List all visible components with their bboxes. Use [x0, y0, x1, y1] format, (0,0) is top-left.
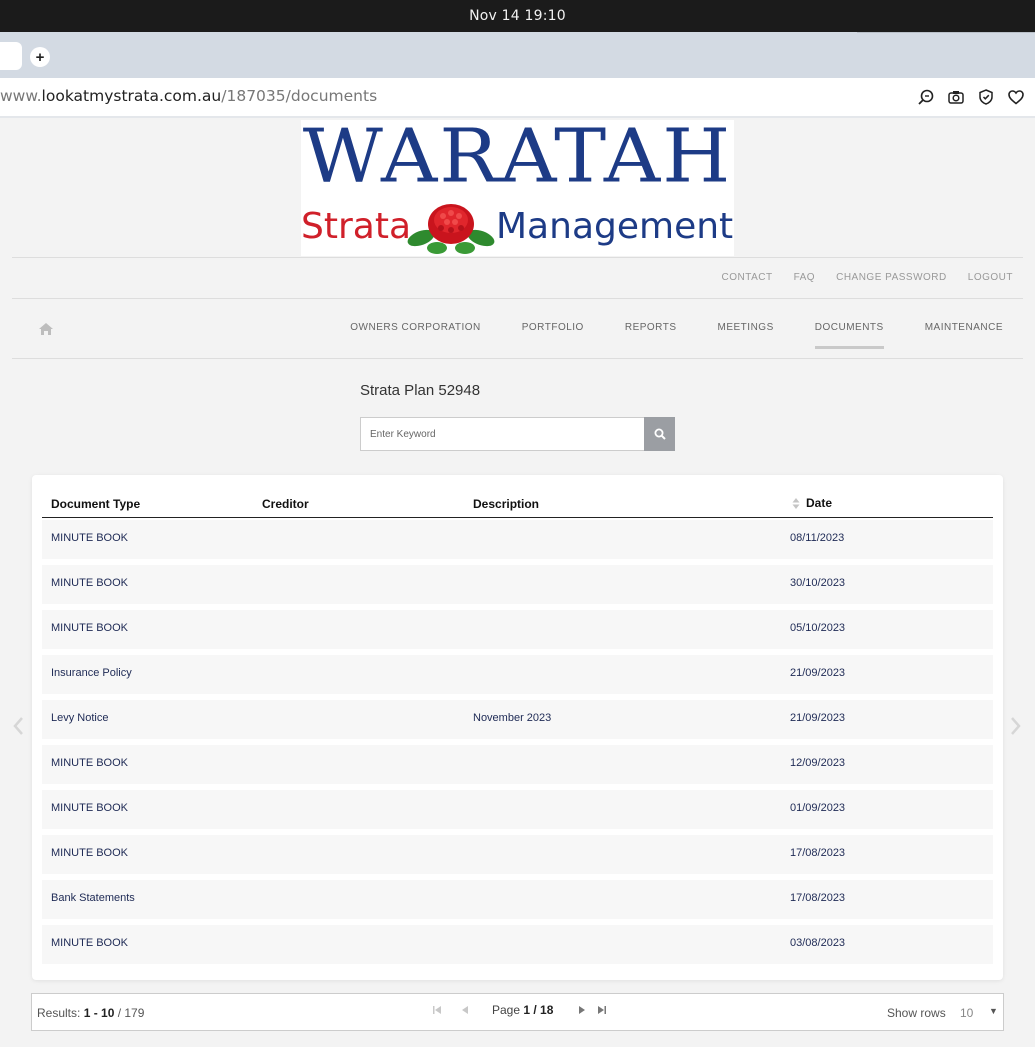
cell-document-type[interactable]: MINUTE BOOK — [51, 937, 128, 949]
table-row[interactable]: Bank Statements 17/08/2023 — [42, 880, 993, 919]
url-host: lookatmystrata.com.au — [41, 87, 222, 105]
table-row[interactable]: MINUTE BOOK 12/09/2023 — [42, 745, 993, 784]
browser-tab-strip: + — [0, 32, 1035, 78]
table-row[interactable]: MINUTE BOOK 03/08/2023 — [42, 925, 993, 964]
table-row[interactable]: Levy Notice November 2023 21/09/2023 — [42, 700, 993, 739]
pagination-bar: Results: 1 - 10 / 179 Page 1 / 18 Show r… — [31, 993, 1004, 1031]
logo-wordmark: WARATAH — [302, 120, 733, 200]
heart-icon[interactable] — [1007, 88, 1025, 106]
nav-maintenance[interactable]: MAINTENANCE — [925, 322, 1003, 347]
main-nav: OWNERS CORPORATION PORTFOLIO REPORTS MEE… — [12, 300, 1023, 359]
carousel-next-icon[interactable] — [1010, 716, 1022, 736]
col-header-description[interactable]: Description — [473, 497, 539, 511]
clock[interactable]: Nov 14 19:10 — [469, 8, 566, 24]
url-prefix: www. — [0, 87, 42, 105]
cell-date: 01/09/2023 — [790, 802, 846, 814]
cell-date: 05/10/2023 — [790, 622, 846, 634]
cell-document-type[interactable]: MINUTE BOOK — [51, 847, 128, 859]
nav-documents[interactable]: DOCUMENTS — [814, 322, 884, 349]
col-header-document-type[interactable]: Document Type — [51, 497, 140, 511]
cell-date: 21/09/2023 — [790, 667, 846, 679]
camera-icon[interactable] — [947, 88, 965, 106]
results-total: / 179 — [114, 1006, 145, 1020]
nav-portfolio[interactable]: PORTFOLIO — [522, 322, 584, 347]
date-header-label: Date — [806, 496, 833, 510]
prev-page-icon[interactable] — [460, 1005, 470, 1015]
address-bar[interactable]: www.lookatmystrata.com.au/187035/documen… — [0, 78, 1035, 118]
last-page-icon[interactable] — [597, 1005, 607, 1015]
plus-icon: + — [35, 48, 45, 66]
cell-document-type[interactable]: MINUTE BOOK — [51, 577, 128, 589]
table-body: MINUTE BOOK 08/11/2023 MINUTE BOOK 30/10/2… — [42, 520, 993, 970]
cell-description: November 2023 — [473, 712, 552, 724]
search-input[interactable] — [360, 417, 644, 451]
search-icon — [654, 428, 666, 440]
show-rows-label: Show rows — [887, 1006, 946, 1020]
util-link-contact[interactable]: CONTACT — [721, 272, 772, 283]
cell-date: 08/11/2023 — [790, 532, 845, 544]
carousel-prev-icon[interactable] — [12, 716, 24, 736]
rows-per-page-select[interactable]: 10 — [960, 1006, 973, 1020]
cell-document-type[interactable]: Levy Notice — [51, 712, 108, 724]
cell-document-type[interactable]: MINUTE BOOK — [51, 802, 128, 814]
page-value: 1 / 18 — [523, 1003, 554, 1017]
logo-management-text: Management — [496, 206, 734, 247]
logo-strata-text: Strata — [301, 206, 412, 247]
new-tab-button[interactable]: + — [30, 47, 50, 67]
waratah-flower-icon — [407, 204, 495, 254]
divider — [857, 32, 1035, 33]
zoom-search-icon[interactable] — [917, 88, 935, 106]
page-navigation: Page 1 / 18 — [432, 1003, 607, 1017]
table-row[interactable]: MINUTE BOOK 05/10/2023 — [42, 610, 993, 649]
util-link-change-password[interactable]: CHANGE PASSWORD — [836, 272, 947, 283]
url-path: /187035/documents — [221, 87, 378, 105]
keyword-search — [360, 417, 675, 451]
nav-reports[interactable]: REPORTS — [625, 322, 677, 347]
nav-owners-corporation[interactable]: OWNERS CORPORATION — [350, 322, 480, 347]
page-indicator: Page 1 / 18 — [492, 1003, 553, 1017]
cell-date: 17/08/2023 — [790, 892, 846, 904]
col-header-creditor[interactable]: Creditor — [262, 497, 309, 511]
sort-icon[interactable] — [792, 498, 800, 509]
table-row[interactable]: MINUTE BOOK 08/11/2023 — [42, 520, 993, 559]
results-label: Results: — [37, 1006, 84, 1020]
page-content: WARATAH Strata Management CONTACT FAQ CH… — [12, 120, 1023, 1047]
cell-document-type[interactable]: MINUTE BOOK — [51, 622, 128, 634]
first-page-icon[interactable] — [432, 1005, 442, 1015]
cell-date: 30/10/2023 — [790, 577, 846, 589]
home-icon[interactable] — [38, 322, 54, 336]
page-label: Page — [492, 1003, 524, 1017]
utility-nav: CONTACT FAQ CHANGE PASSWORD LOGOUT — [12, 257, 1023, 299]
results-count: Results: 1 - 10 / 179 — [37, 1006, 144, 1020]
col-header-date[interactable]: Date — [792, 496, 832, 510]
cell-document-type[interactable]: Insurance Policy — [51, 667, 132, 679]
cell-document-type[interactable]: Bank Statements — [51, 892, 135, 904]
table-header: Document Type Creditor Description Date — [42, 493, 993, 518]
cell-date: 12/09/2023 — [790, 757, 846, 769]
search-button[interactable] — [644, 417, 675, 451]
cell-document-type[interactable]: MINUTE BOOK — [51, 757, 128, 769]
url-text[interactable]: www.lookatmystrata.com.au/187035/documen… — [0, 87, 377, 105]
table-row[interactable]: MINUTE BOOK 30/10/2023 — [42, 565, 993, 604]
cell-date: 21/09/2023 — [790, 712, 846, 724]
documents-table-card: Document Type Creditor Description Date … — [32, 475, 1003, 980]
table-row[interactable]: MINUTE BOOK 17/08/2023 — [42, 835, 993, 874]
cell-date: 17/08/2023 — [790, 847, 846, 859]
nav-meetings[interactable]: MEETINGS — [718, 322, 774, 347]
cell-date: 03/08/2023 — [790, 937, 846, 949]
cell-document-type[interactable]: MINUTE BOOK — [51, 532, 128, 544]
next-page-icon[interactable] — [577, 1005, 587, 1015]
shield-icon[interactable] — [977, 88, 995, 106]
table-row[interactable]: Insurance Policy 21/09/2023 — [42, 655, 993, 694]
table-row[interactable]: MINUTE BOOK 01/09/2023 — [42, 790, 993, 829]
results-range: 1 - 10 — [83, 1006, 115, 1020]
page-title: Strata Plan 52948 — [360, 382, 481, 399]
chevron-down-icon[interactable]: ▼ — [989, 1006, 998, 1016]
os-top-bar: Nov 14 19:10 — [0, 0, 1035, 32]
util-link-faq[interactable]: FAQ — [794, 272, 816, 283]
company-logo[interactable]: WARATAH Strata Management — [301, 120, 734, 256]
util-link-logout[interactable]: LOGOUT — [968, 272, 1013, 283]
browser-tab[interactable] — [0, 42, 22, 70]
